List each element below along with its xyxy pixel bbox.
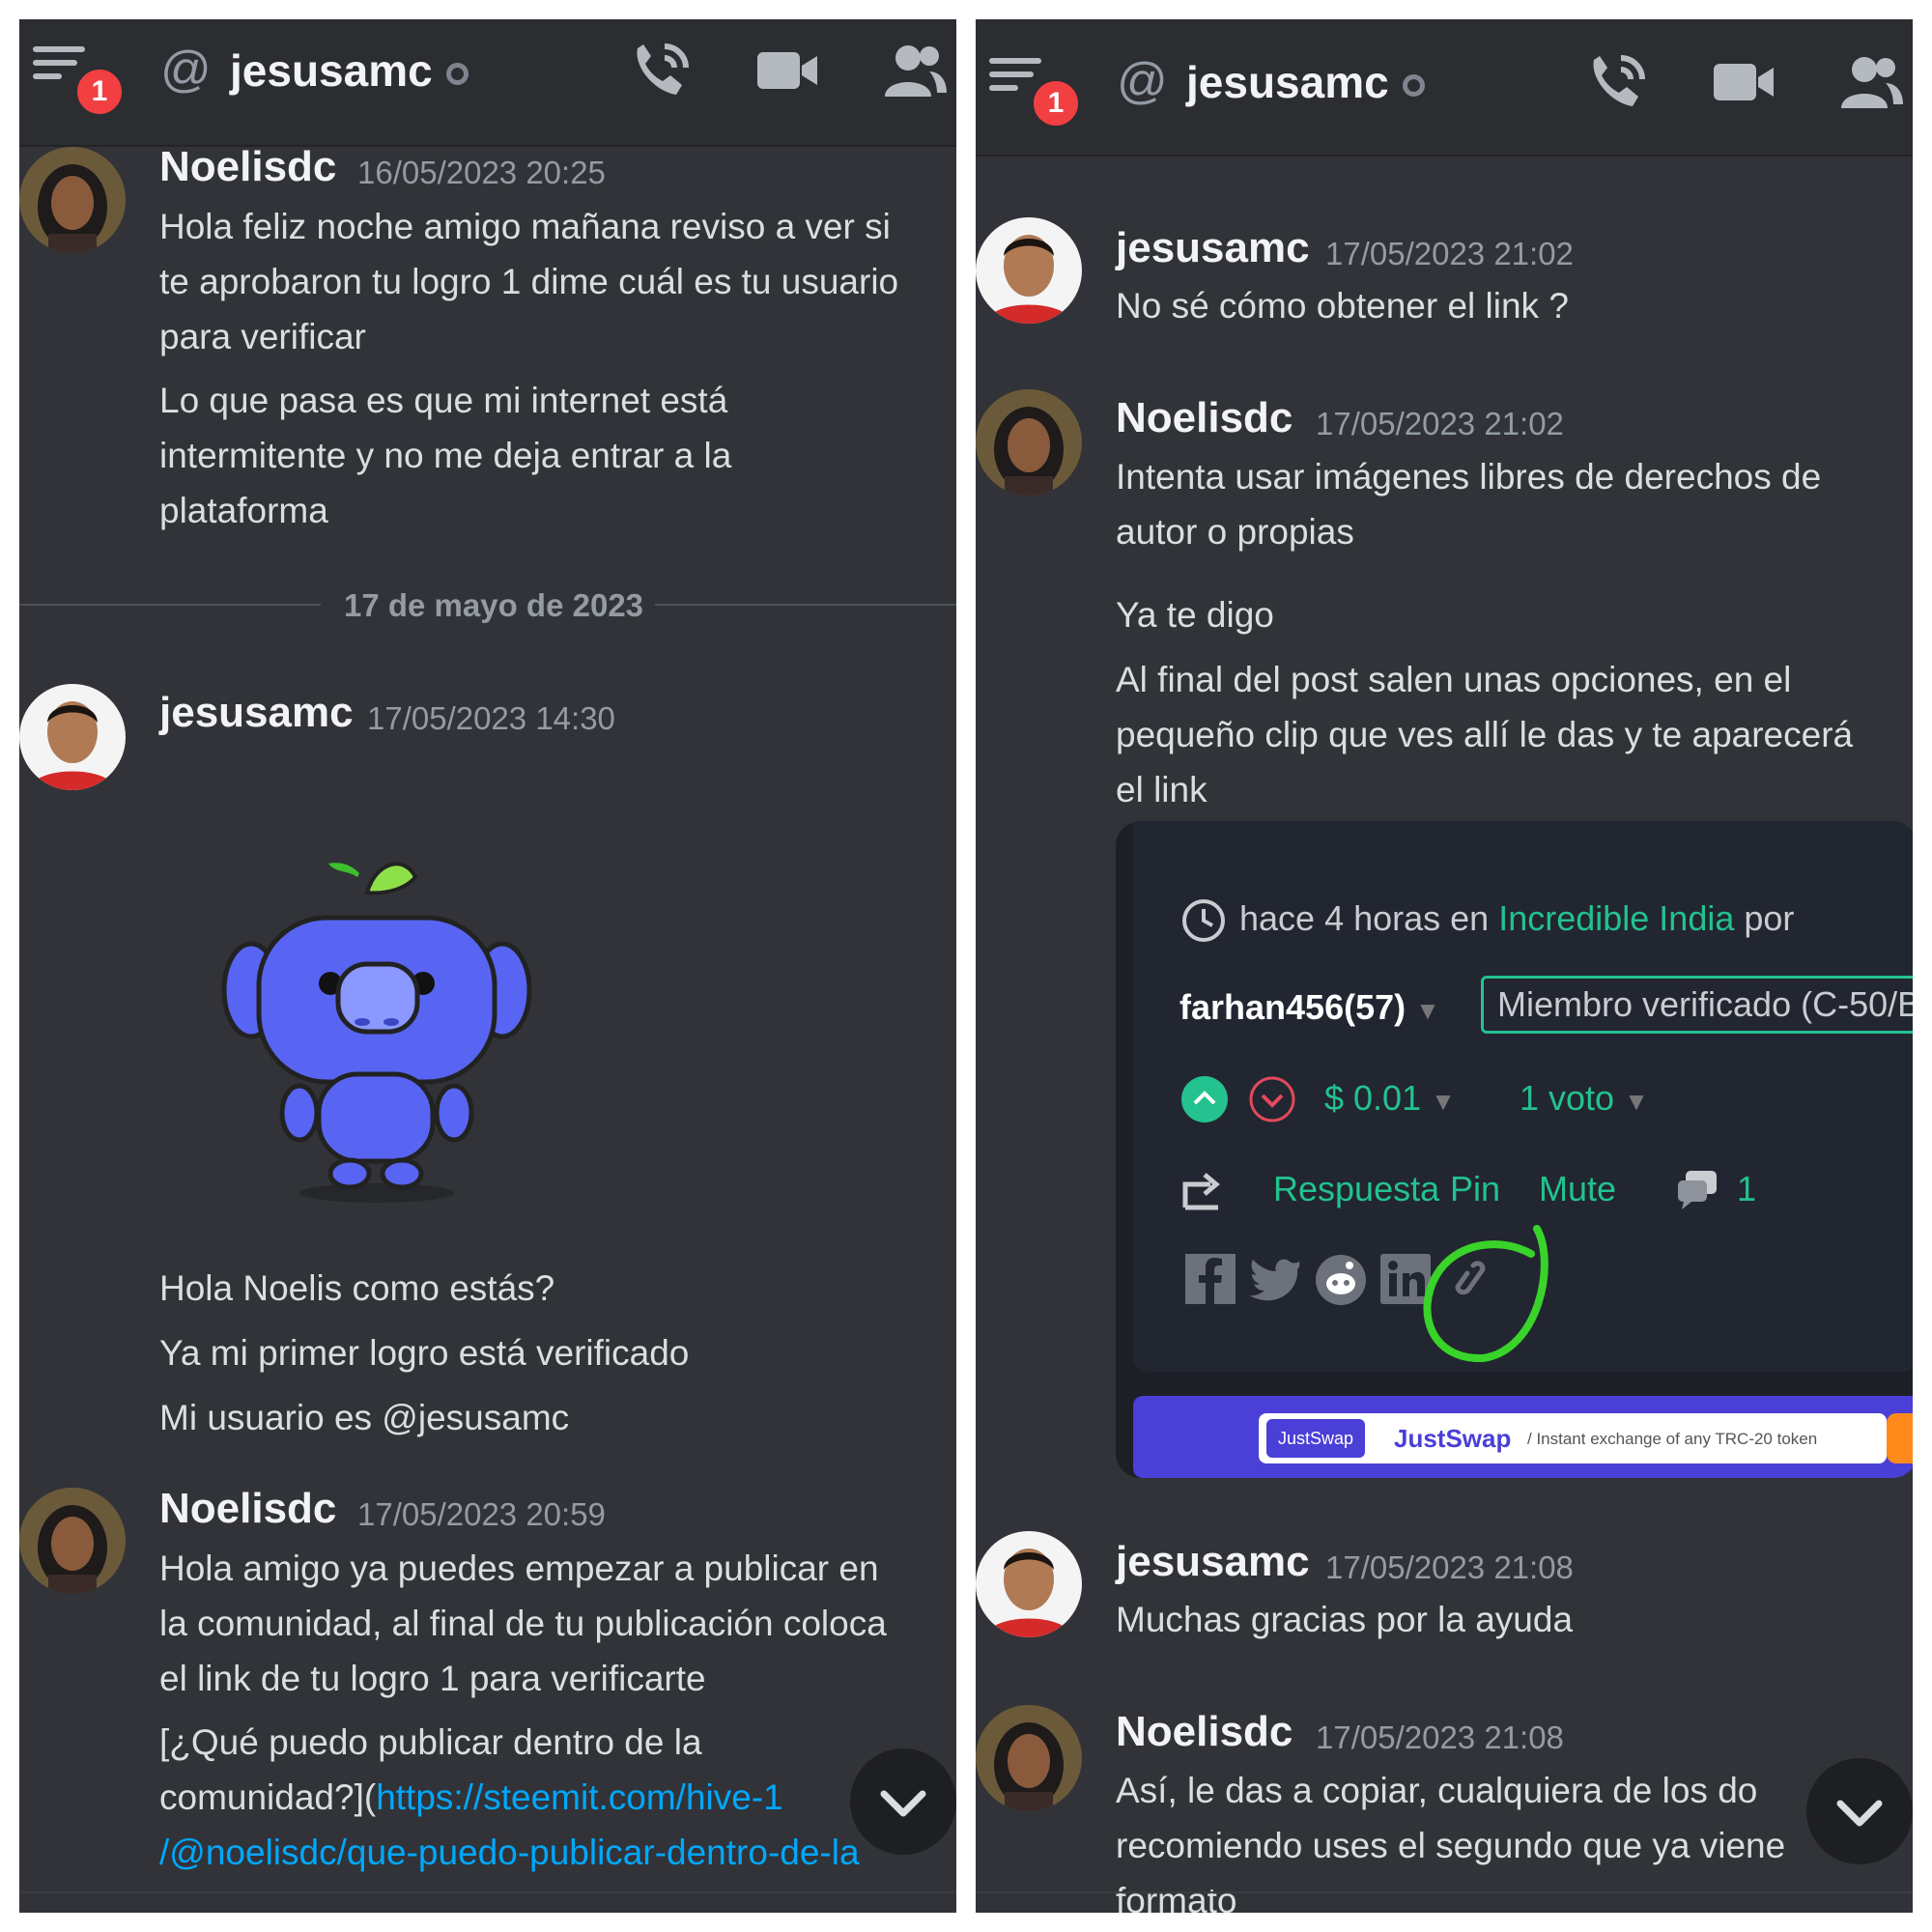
ad-brand: JustSwap [1394, 1424, 1512, 1453]
members-icon[interactable] [881, 37, 949, 104]
left-dm-screenshot: 1 @ jesusamc Noelisdc 16/05/2023 20:25 H… [19, 19, 956, 1913]
message-timestamp: 17/05/2023 21:02 [1316, 406, 1564, 441]
ad-logo: JustSwap [1266, 1419, 1366, 1458]
status-offline-icon [1402, 74, 1425, 98]
avatar-noelisdc[interactable] [19, 147, 126, 253]
message-author[interactable]: Noelisdc [1116, 1708, 1293, 1756]
scroll-down-button[interactable] [850, 1748, 956, 1855]
resteem-icon[interactable] [1179, 1169, 1226, 1211]
message-text: Ya mi primer logro está verificado [159, 1333, 690, 1373]
avatar-noelisdc[interactable] [976, 389, 1082, 496]
at-icon: @ [1117, 53, 1168, 109]
attached-image[interactable]: hace 4 horas en Incredible India por far… [1116, 821, 1913, 1478]
wumpus-sticker[interactable] [213, 850, 560, 1217]
facebook-icon[interactable] [1185, 1254, 1236, 1304]
post-meta: hace 4 horas en Incredible India por [1239, 898, 1795, 938]
message-author[interactable]: jesusamc [1116, 1538, 1310, 1586]
avatar-jesusamc[interactable] [976, 217, 1082, 324]
message-author[interactable]: Noelisdc [159, 1485, 336, 1533]
post-author[interactable]: farhan456(57) ▼ [1179, 987, 1440, 1028]
dm-header: 1 @ jesusamc [19, 19, 956, 147]
message-text: Intenta usar imágenes libres de derechos… [1116, 457, 1822, 552]
message-text: Así, le das a copiar, cualquiera de los … [1116, 1771, 1786, 1913]
member-tag: Miembro verificado (C-50/BAN [1481, 976, 1913, 1034]
phone-call-icon[interactable] [626, 37, 694, 104]
video-call-icon[interactable] [1710, 48, 1777, 116]
message-text: Hola Noelis como estás? [159, 1268, 555, 1308]
message-link[interactable]: https://steemit.com/hive-1 [376, 1777, 783, 1817]
divider-line [19, 604, 321, 606]
composer-border [19, 1891, 956, 1893]
message-link[interactable]: /@noelisdc/que-puedo-publicar-dentro-de-… [159, 1833, 860, 1872]
phone-call-icon[interactable] [1582, 48, 1650, 116]
community-link[interactable]: Incredible India [1498, 898, 1734, 938]
vote-count[interactable]: 1 voto ▼ [1520, 1078, 1649, 1119]
composer-border [976, 1891, 1913, 1893]
date-divider: 17 de mayo de 2023 [344, 587, 644, 623]
chevron-down-icon [1836, 1800, 1883, 1827]
pin-link[interactable]: Pin [1450, 1169, 1500, 1209]
right-dm-screenshot: 1 @ jesusamc jesusamc 17/05/2023 21:02 N… [976, 19, 1913, 1913]
message-text: Lo que pasa es que mi internet está inte… [159, 381, 732, 530]
avatar-noelisdc[interactable] [19, 1488, 126, 1594]
avatar-jesusamc[interactable] [19, 684, 126, 790]
chevron-down-icon [880, 1790, 926, 1817]
message-text: Ya te digo [1116, 595, 1274, 635]
scroll-down-button[interactable] [1806, 1758, 1913, 1864]
clock-icon [1182, 899, 1225, 942]
dm-header: 1 @ jesusamc [976, 19, 1913, 156]
avatar-noelisdc[interactable] [976, 1705, 1082, 1811]
comments-icon[interactable] [1674, 1167, 1720, 1211]
at-icon: @ [160, 42, 212, 98]
highlight-circle-annotation [1423, 1225, 1548, 1363]
message-text: Hola feliz noche amigo mañana reviso a v… [159, 207, 899, 356]
downvote-icon[interactable] [1247, 1074, 1297, 1124]
justswap-ad-banner[interactable]: JustSwap JustSwap / Instant exchange of … [1133, 1396, 1913, 1478]
message-author[interactable]: jesusamc [1116, 224, 1310, 272]
message-timestamp: 16/05/2023 20:25 [357, 155, 606, 190]
message-text: Al final del post salen unas opciones, e… [1116, 660, 1854, 810]
message-text: [¿Qué puedo publicar dentro de la comuni… [159, 1722, 860, 1872]
upvote-icon[interactable] [1179, 1074, 1230, 1124]
message-timestamp: 17/05/2023 21:08 [1316, 1719, 1564, 1755]
message-text: No sé cómo obtener el link ? [1116, 286, 1569, 326]
message-author[interactable]: Noelisdc [159, 143, 336, 191]
mute-link[interactable]: Mute [1539, 1169, 1616, 1209]
video-call-icon[interactable] [753, 37, 821, 104]
reddit-icon[interactable] [1315, 1254, 1367, 1306]
notification-badge: 1 [1030, 77, 1082, 129]
ad-tagline: / Instant exchange of any TRC-20 token [1527, 1430, 1818, 1448]
twitter-icon[interactable] [1247, 1254, 1301, 1304]
comment-count: 1 [1737, 1169, 1757, 1208]
message-timestamp: 17/05/2023 21:08 [1325, 1549, 1574, 1585]
dm-username[interactable]: jesusamc [1186, 56, 1425, 108]
message-timestamp: 17/05/2023 21:02 [1325, 236, 1574, 271]
message-text: Mi usuario es @jesusamc [159, 1398, 570, 1437]
avatar-jesusamc[interactable] [976, 1531, 1082, 1637]
payout-value[interactable]: $ 0.01 ▼ [1324, 1078, 1456, 1119]
divider-line [655, 604, 956, 606]
status-offline-icon [445, 63, 469, 86]
message-timestamp: 17/05/2023 14:30 [367, 700, 615, 736]
message-timestamp: 17/05/2023 20:59 [357, 1496, 606, 1532]
reply-link[interactable]: Respuesta [1273, 1169, 1439, 1209]
message-text: Muchas gracias por la ayuda [1116, 1600, 1574, 1639]
message-text: Hola amigo ya puedes empezar a publicar … [159, 1548, 887, 1698]
message-author[interactable]: jesusamc [159, 689, 354, 737]
dm-username[interactable]: jesusamc [230, 44, 469, 97]
notification-badge: 1 [73, 66, 126, 118]
post-footer-card: hace 4 horas en Incredible India por far… [1133, 821, 1913, 1372]
message-author[interactable]: Noelisdc [1116, 394, 1293, 442]
members-icon[interactable] [1837, 48, 1905, 116]
